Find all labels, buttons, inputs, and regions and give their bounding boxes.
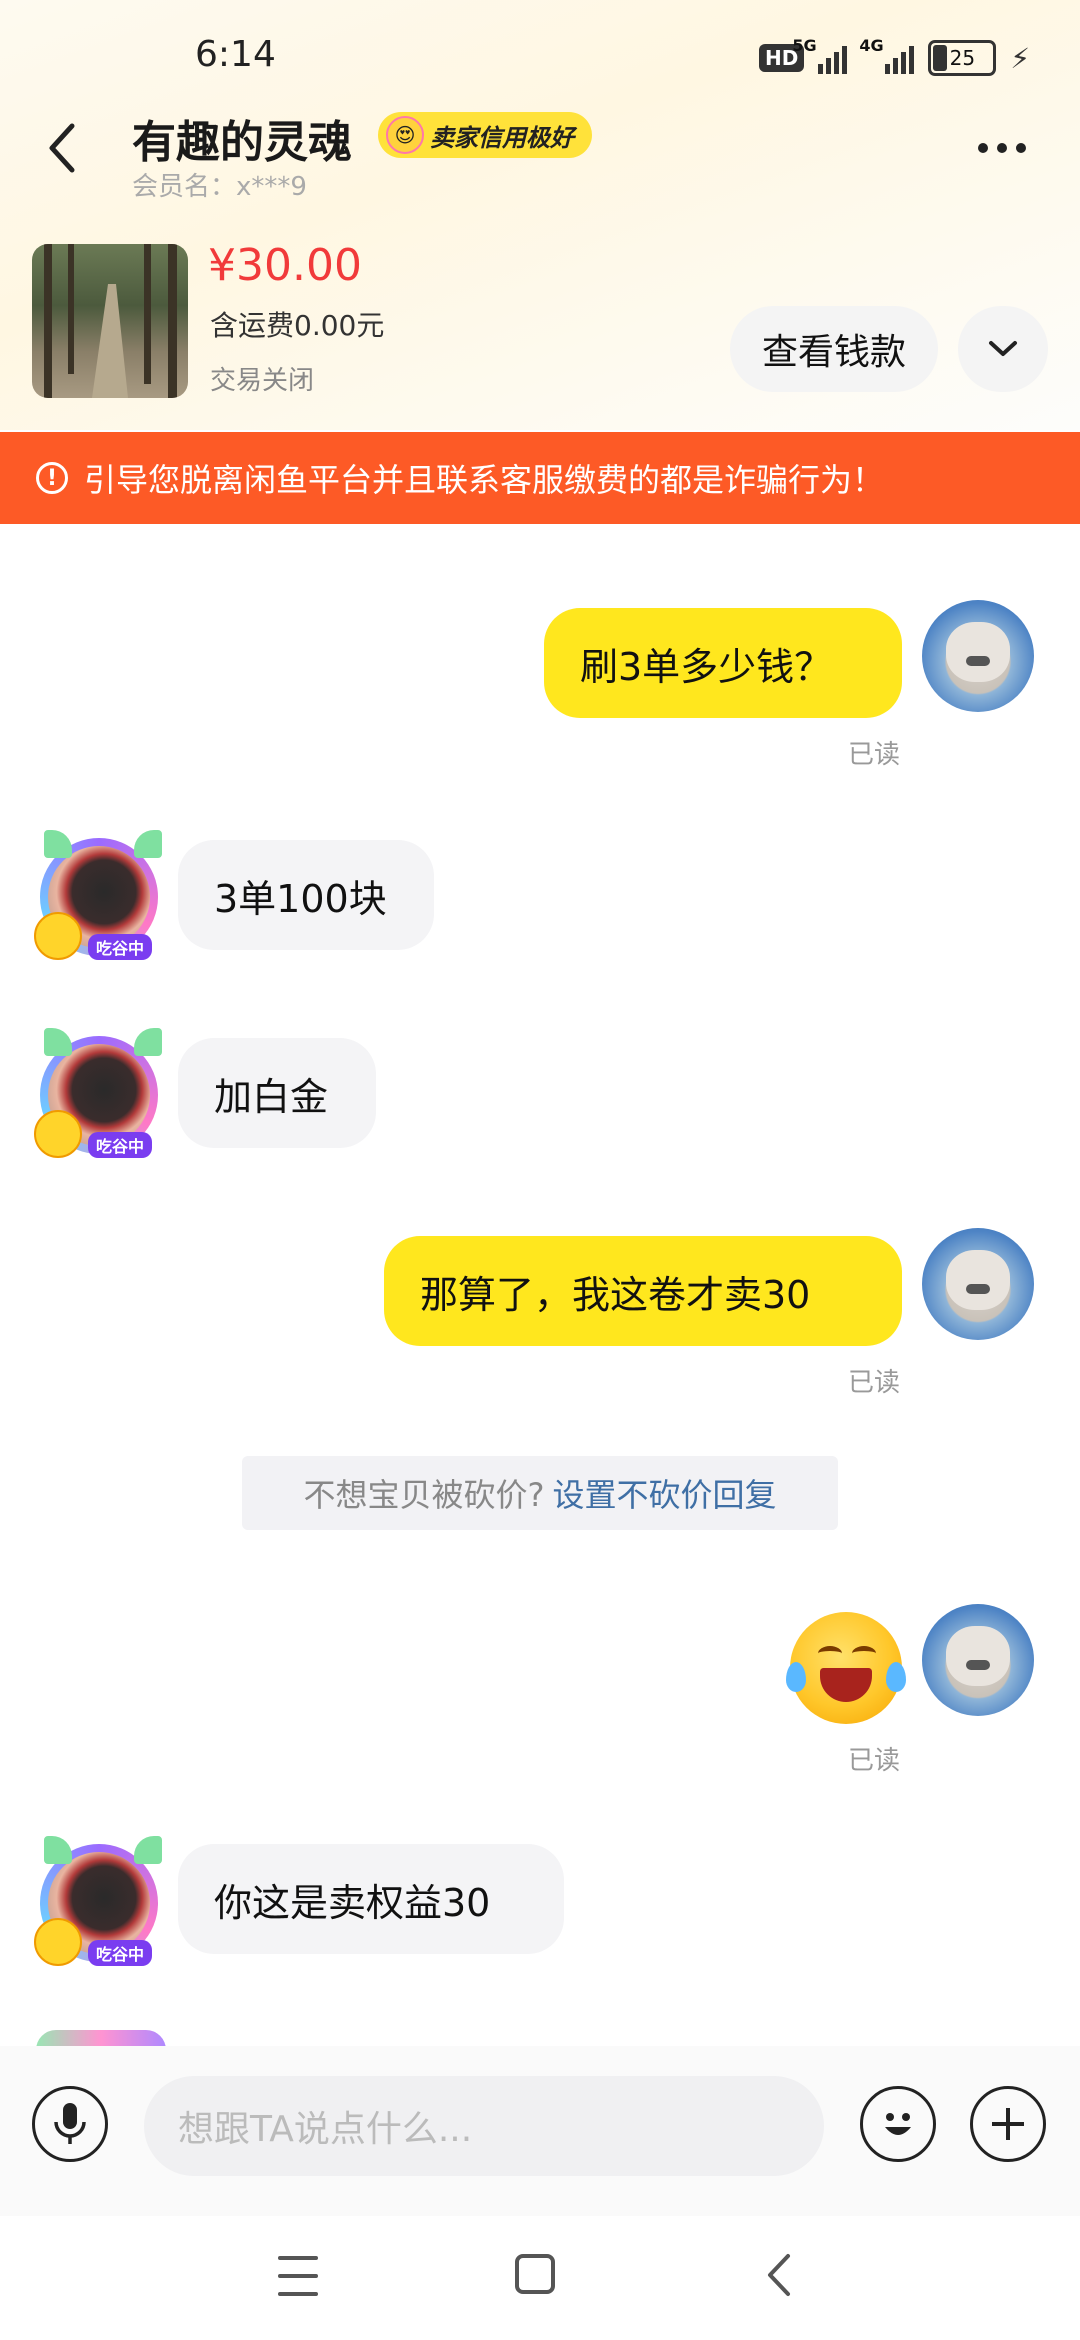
no-bargain-tip: 不想宝贝被砍价? 设置不砍价回复 (242, 1456, 838, 1530)
message-bubble-received[interactable]: 3单100块 (178, 840, 434, 950)
status-bar: 6:14 HD 5G 4G 25 ⚡ (0, 0, 1080, 110)
status-icons: HD 5G 4G 25 ⚡ (758, 36, 1030, 76)
microphone-icon (54, 2103, 86, 2144)
nav-back-button[interactable] (760, 2250, 800, 2300)
read-receipt: 已读 (848, 1746, 901, 1776)
back-arrow-icon (49, 123, 75, 173)
seller-avatar[interactable]: 吃谷中 (30, 1836, 162, 1968)
chick-icon (34, 1918, 82, 1966)
chick-icon (34, 1110, 82, 1158)
page-title: 有趣的灵魂 (132, 117, 352, 168)
smiley-icon (885, 2113, 911, 2135)
signal-4g-icon: 4G (859, 36, 915, 74)
message-bubble-received[interactable]: 你这是卖权益30 (178, 1844, 564, 1954)
chevron-down-icon (989, 341, 1017, 356)
set-no-bargain-link[interactable]: 设置不砍价回复 (552, 1470, 776, 1516)
more-options-button[interactable] (978, 128, 1038, 168)
my-avatar[interactable] (922, 1604, 1034, 1716)
emoji-button[interactable] (860, 2086, 936, 2162)
nav-recents-button[interactable] (278, 2256, 318, 2296)
read-receipt: 已读 (848, 740, 901, 770)
heart-eyes-icon: 😍 (386, 116, 424, 154)
signal-5g-icon: 5G (792, 36, 848, 74)
fraud-warning-banner: ! 引导您脱离闲鱼平台并且联系客服缴费的都是诈骗行为！ (0, 432, 1080, 524)
seller-avatar[interactable]: 吃谷中 (30, 1028, 162, 1160)
product-price: ¥30.00 (208, 240, 362, 291)
nav-back-icon (768, 2254, 790, 2296)
nav-home-button[interactable] (515, 2254, 555, 2294)
message-bubble-received[interactable]: 加白金 (178, 1038, 376, 1148)
message-input[interactable]: 想跟TA说点什么... (144, 2076, 824, 2176)
status-time: 6:14 (195, 34, 276, 75)
shipping-fee: 含运费0.00元 (210, 309, 385, 342)
seller-credit-badge: 😍 卖家信用极好 (378, 112, 592, 158)
battery-icon: 25 (928, 40, 997, 76)
voice-input-button[interactable] (32, 2086, 108, 2162)
seller-avatar[interactable]: 吃谷中 (30, 830, 162, 962)
member-name: 会员名：x***9 (132, 172, 307, 202)
forest-path-image (44, 244, 177, 398)
my-avatar[interactable] (922, 600, 1034, 712)
back-button[interactable] (40, 118, 90, 178)
expand-button[interactable] (958, 306, 1048, 392)
message-bubble-sent[interactable]: 刷3单多少钱？ (544, 608, 902, 718)
chick-icon (34, 912, 82, 960)
message-bubble-sent[interactable]: 那算了，我这卷才卖30 (384, 1236, 902, 1346)
laughing-tears-emoji-icon[interactable] (786, 1612, 906, 1724)
view-payment-button[interactable]: 查看钱款 (730, 306, 938, 392)
charging-icon: ⚡ (1010, 41, 1030, 75)
plus-icon (992, 2108, 1024, 2140)
alert-icon: ! (36, 462, 68, 494)
warning-text: 引导您脱离闲鱼平台并且联系客服缴费的都是诈骗行为！ (84, 461, 885, 499)
trade-status: 交易关闭 (210, 366, 315, 396)
product-thumbnail[interactable] (32, 244, 188, 398)
my-avatar[interactable] (922, 1228, 1034, 1340)
more-actions-button[interactable] (970, 2086, 1046, 2162)
read-receipt: 已读 (848, 1368, 901, 1398)
